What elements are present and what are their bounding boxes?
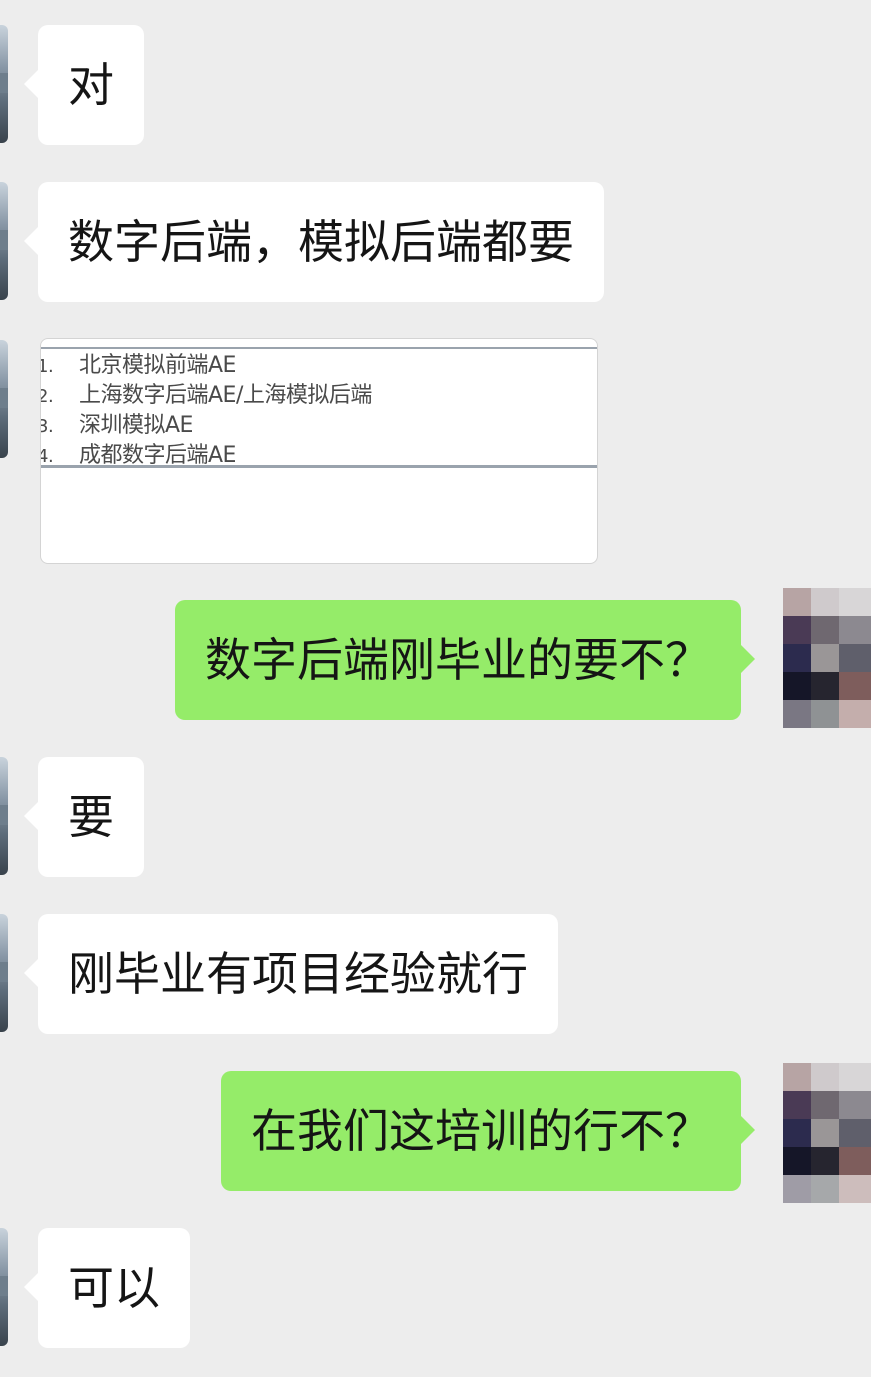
message-bubble[interactable]: 对: [24, 25, 144, 145]
my-avatar[interactable]: [783, 1063, 871, 1203]
message-bubble[interactable]: 要: [24, 757, 144, 877]
message-row-outgoing: 在我们这培训的行不？: [0, 1063, 871, 1203]
contact-avatar[interactable]: [0, 25, 8, 143]
image-list-item: 3.深圳模拟AE: [41, 413, 193, 438]
message-row-incoming: 可以: [0, 1228, 871, 1348]
my-avatar[interactable]: [783, 588, 871, 728]
image-list-item: 1.北京模拟前端AE: [41, 353, 236, 378]
image-list-item: 2.上海数字后端AE/上海模拟后端: [41, 383, 372, 408]
message-row-outgoing: 数字后端刚毕业的要不？: [0, 588, 871, 728]
image-table-border: [41, 465, 597, 468]
message-bubble[interactable]: 刚毕业有项目经验就行: [24, 914, 558, 1034]
message-bubble[interactable]: 数字后端刚毕业的要不？: [175, 600, 755, 720]
message-row-incoming: 刚毕业有项目经验就行: [0, 914, 871, 1034]
contact-avatar[interactable]: [0, 182, 8, 300]
message-bubble[interactable]: 在我们这培训的行不？: [221, 1071, 755, 1191]
message-bubble[interactable]: 可以: [24, 1228, 190, 1348]
contact-avatar[interactable]: [0, 757, 8, 875]
message-bubble[interactable]: 数字后端，模拟后端都要: [24, 182, 604, 302]
contact-avatar[interactable]: [0, 340, 8, 458]
image-table-border: [41, 347, 597, 349]
contact-avatar[interactable]: [0, 914, 8, 1032]
message-row-incoming: 数字后端，模拟后端都要: [0, 182, 871, 302]
message-row-incoming: 对: [0, 25, 871, 145]
message-row-incoming: 要: [0, 757, 871, 877]
image-message[interactable]: 1.北京模拟前端AE 2.上海数字后端AE/上海模拟后端 3.深圳模拟AE 4.…: [40, 338, 598, 564]
contact-avatar[interactable]: [0, 1228, 8, 1346]
image-job-list: 1.北京模拟前端AE 2.上海数字后端AE/上海模拟后端 3.深圳模拟AE 4.…: [41, 351, 372, 471]
